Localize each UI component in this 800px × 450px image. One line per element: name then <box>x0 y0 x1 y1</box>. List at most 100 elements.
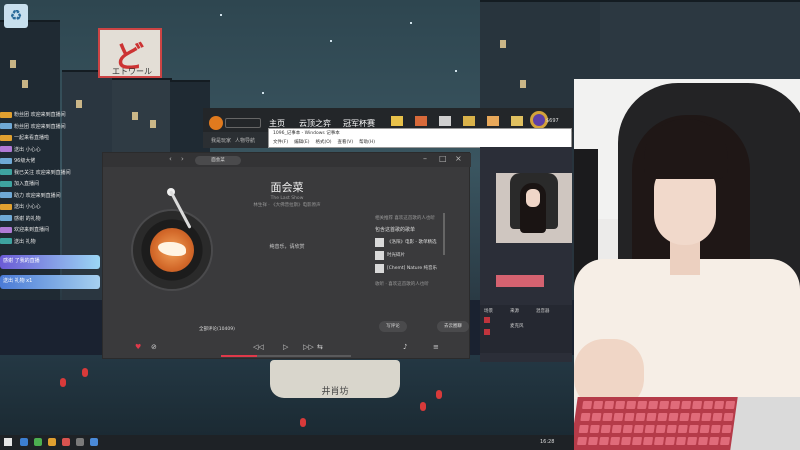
back-icon[interactable]: ‹ <box>169 155 172 163</box>
keycap <box>679 413 690 421</box>
close-icon[interactable]: × <box>455 154 462 163</box>
playlist-item[interactable]: 时光碎片 <box>375 250 405 260</box>
playlist-icon[interactable]: ≡ <box>433 343 439 351</box>
fan-badge <box>0 203 12 210</box>
keycap <box>626 401 637 409</box>
fan-badge <box>0 226 12 233</box>
keycap <box>657 413 668 421</box>
keycap <box>580 413 591 421</box>
progress-bar[interactable] <box>221 355 351 357</box>
gift-banner: 送出 礼物 x1 <box>0 275 100 289</box>
playlist-item[interactable]: 《洛阳》电影 - 歌单精选 <box>375 237 436 247</box>
taskbar: 16:28 <box>0 435 574 450</box>
playlist-thumbnail <box>375 237 384 247</box>
obs-panel-label[interactable]: 混音器 <box>536 308 550 314</box>
comment-count[interactable]: 全部评论(10409) <box>199 326 235 332</box>
keycap <box>593 401 604 409</box>
folder-icon[interactable] <box>48 438 56 446</box>
shuffle-icon[interactable]: ⇆ <box>317 343 323 351</box>
lantern <box>82 368 88 377</box>
music-app-icon[interactable] <box>62 438 70 446</box>
keyboard <box>574 397 738 450</box>
search-icon[interactable] <box>20 438 28 446</box>
write-comment-button[interactable]: 写评论 <box>379 321 407 332</box>
keycap <box>653 437 665 445</box>
client-menu-icon[interactable] <box>463 116 475 126</box>
chat-circle-button[interactable]: 去云圈聊 <box>437 321 469 332</box>
keycap <box>714 401 725 409</box>
notepad-menu-item[interactable]: 文件(F) <box>273 140 288 145</box>
building-window <box>150 120 156 128</box>
recommend-header: 相关推荐 喜欢这首歌的人也听 <box>375 216 435 221</box>
chat-message: 加入直播间 <box>0 179 102 189</box>
search-input[interactable] <box>225 118 261 128</box>
maximize-icon[interactable]: □ <box>439 154 447 163</box>
notepad-menu-item[interactable]: 格式(O) <box>315 140 331 145</box>
webcam-feed <box>574 79 800 450</box>
chat-message: 送出 小心心 <box>0 202 102 212</box>
client-app-icon[interactable] <box>90 438 98 446</box>
lyrics-icon[interactable]: ♪ <box>403 343 407 351</box>
fan-badge <box>0 169 12 176</box>
start-icon[interactable] <box>4 438 12 446</box>
notepad-menu-item[interactable]: 编辑(E) <box>294 140 309 145</box>
recommend-scrollbar[interactable] <box>443 213 445 255</box>
client-menu-icon[interactable] <box>439 116 451 126</box>
keycap <box>604 401 615 409</box>
star <box>455 70 457 72</box>
forward-icon[interactable]: › <box>181 155 184 163</box>
client-menu-icon[interactable] <box>391 116 403 126</box>
like-icon[interactable]: ♥ <box>135 343 141 351</box>
keycap <box>675 437 687 445</box>
chat-message: 欢迎来到直播间 <box>0 225 102 235</box>
building-window <box>520 80 526 88</box>
fan-badge <box>0 123 12 130</box>
play-icon[interactable]: ▷ <box>283 343 288 351</box>
fan-badge <box>0 134 12 141</box>
keycap <box>688 425 699 433</box>
chat-text: 感谢 的礼物 <box>14 215 41 222</box>
obs-preview <box>496 173 572 243</box>
obs-panel-label[interactable]: 来源 <box>510 308 519 314</box>
preview-keyboard <box>496 275 544 287</box>
chat-text: 送出 礼物 <box>14 238 36 245</box>
building-window <box>132 112 138 120</box>
keycap <box>611 425 622 433</box>
notepad-menu-item[interactable]: 帮助(H) <box>359 140 375 145</box>
notepad-window: 1096_记事本 - Windows 记事本 文件(F) 编辑(E) 格式(O) 查看… <box>268 128 572 148</box>
next-icon[interactable]: ▷▷ <box>303 343 314 351</box>
obs-app-icon[interactable] <box>76 438 84 446</box>
client-menu-icon[interactable] <box>487 116 499 126</box>
keycap <box>725 401 736 409</box>
keycap <box>602 413 613 421</box>
previous-icon[interactable]: ◁◁ <box>253 343 264 351</box>
obs-window: 场景 来源 混音器 麦克风 <box>480 147 572 362</box>
sub-item[interactable]: 人物导航 <box>235 137 255 144</box>
obs-record-icon[interactable] <box>484 329 490 335</box>
chat-text: 96级大佬 <box>14 158 36 165</box>
screen: ど エトワール 井肖坊 ♻ 粉丝团 欢迎来到直播间 粉丝团 欢迎来到直播间 一起来看… <box>0 0 800 450</box>
client-logo-icon[interactable] <box>209 116 223 130</box>
sub-item[interactable]: 我是玩家 <box>211 137 231 144</box>
notepad-menu-item[interactable]: 查看(V) <box>338 140 354 145</box>
recycle-bin-icon[interactable]: ♻ <box>4 4 28 28</box>
boat: 井肖坊 <box>270 360 400 398</box>
chat-text: 送出 小心心 <box>14 204 41 211</box>
client-menu-icon[interactable] <box>415 116 427 126</box>
block-icon[interactable]: ⊘ <box>151 343 157 351</box>
song-tab[interactable]: 面会菜 <box>195 156 241 165</box>
minimize-icon[interactable]: – <box>423 154 427 163</box>
keycap <box>690 413 701 421</box>
keycap <box>633 425 644 433</box>
recommend-more[interactable]: 收听 · 喜欢这首歌的人也听 <box>375 281 429 287</box>
browser-icon[interactable] <box>34 438 42 446</box>
star <box>220 14 222 16</box>
lyric-line: 纯音乐，请欣赏 <box>269 244 305 250</box>
fan-badge <box>0 157 12 164</box>
obs-record-icon[interactable] <box>484 317 490 323</box>
playlist-item[interactable]: [Chemt] Nature 纯音乐 <box>375 263 437 273</box>
song-meta[interactable]: 林生祥 · 《大佛普拉斯》电影原声 <box>223 202 351 208</box>
client-menu-icon[interactable] <box>511 116 523 126</box>
keycap <box>642 437 654 445</box>
obs-panel-label[interactable]: 场景 <box>484 308 493 314</box>
